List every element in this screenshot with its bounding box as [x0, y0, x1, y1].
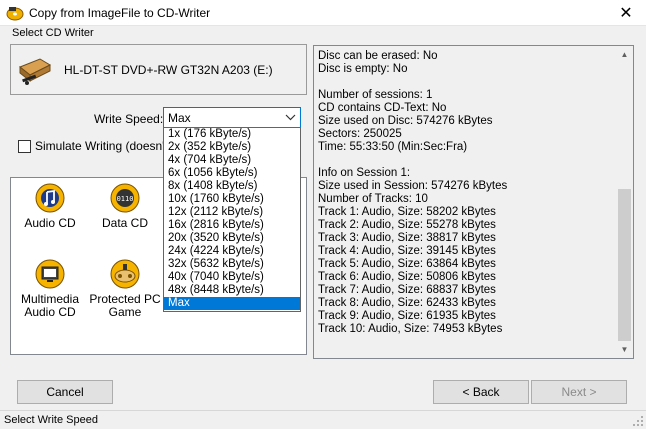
svg-text:0110: 0110	[117, 195, 134, 203]
info-line: Track 7: Audio, Size: 68837 kBytes	[318, 284, 496, 296]
info-line: Track 1: Audio, Size: 58202 kBytes	[318, 206, 496, 218]
info-line: Track 10: Audio, Size: 74953 kBytes	[318, 323, 503, 335]
info-line	[318, 154, 618, 167]
scroll-down-arrow-icon[interactable]: ▼	[616, 341, 633, 358]
info-line	[318, 76, 618, 89]
resize-grip-icon[interactable]	[632, 415, 644, 427]
info-line: Sectors: 250025	[318, 128, 402, 140]
simulate-writing-label[interactable]: Simulate Writing (doesn't w	[35, 139, 165, 153]
speed-option[interactable]: 16x (2816 kByte/s)	[164, 219, 300, 232]
data-cd-icon: 0110	[110, 183, 140, 213]
drive-selector[interactable]: HL-DT-ST DVD+-RW GT32N A203 (E:)	[10, 44, 307, 95]
protected-pc-game-label-line1: Protected PC	[89, 292, 161, 306]
speed-option[interactable]: 20x (3520 kByte/s)	[164, 232, 300, 245]
multimedia-audio-cd-icon	[35, 259, 65, 289]
info-line: Info on Session 1:	[318, 167, 411, 179]
status-bar: Select Write Speed	[0, 410, 646, 429]
disc-info-text: Disc can be erased: No Disc is empty: No…	[318, 50, 618, 336]
next-button[interactable]: Next >	[531, 380, 627, 404]
select-cd-writer-label: Select CD Writer	[12, 27, 94, 39]
speed-option[interactable]: 12x (2112 kByte/s)	[164, 206, 300, 219]
status-text: Select Write Speed	[4, 414, 98, 426]
cd-writer-app-icon	[6, 7, 24, 21]
speed-option[interactable]: 4x (704 kByte/s)	[164, 154, 300, 167]
speed-option[interactable]: 10x (1760 kByte/s)	[164, 193, 300, 206]
info-line: Number of Tracks: 10	[318, 193, 428, 205]
optical-drive-icon	[19, 58, 52, 85]
info-scrollbar[interactable]: ▲ ▼	[616, 46, 633, 358]
info-line: CD contains CD-Text: No	[318, 102, 447, 114]
speed-option[interactable]: 48x (8448 kByte/s)	[164, 284, 300, 297]
simulate-writing-checkbox[interactable]	[18, 140, 31, 153]
info-line: Time: 55:33:50 (Min:Sec:Fra)	[318, 141, 468, 153]
info-line: Number of sessions: 1	[318, 89, 433, 101]
data-cd-label: Data CD	[101, 216, 148, 230]
cancel-button[interactable]: Cancel	[17, 380, 113, 404]
multimedia-audio-cd-label-line1: Multimedia	[20, 292, 80, 306]
scroll-up-arrow-icon[interactable]: ▲	[616, 46, 633, 63]
speed-option[interactable]: 1x (176 kByte/s)	[164, 128, 300, 141]
info-line: Track 5: Audio, Size: 63864 kBytes	[318, 258, 496, 270]
scrollbar-thumb[interactable]	[618, 189, 631, 341]
multimedia-audio-cd-label-line2: Audio CD	[24, 305, 76, 319]
speed-option[interactable]: 6x (1056 kByte/s)	[164, 167, 300, 180]
close-button[interactable]: ✕	[606, 0, 646, 26]
speed-option[interactable]: 24x (4224 kByte/s)	[164, 245, 300, 258]
info-line: Track 4: Audio, Size: 39145 kBytes	[318, 245, 496, 257]
write-speed-label: Write Speed:	[94, 112, 164, 126]
audio-cd-label: Audio CD	[24, 216, 76, 230]
info-line: Disc is empty: No	[318, 63, 408, 75]
protected-pc-game-option[interactable]: Protected PC Game	[89, 258, 161, 319]
write-speed-combobox[interactable]: Max	[163, 107, 301, 128]
multimedia-audio-cd-option[interactable]: Multimedia Audio CD	[14, 258, 86, 319]
speed-option[interactable]: 40x (7040 kByte/s)	[164, 271, 300, 284]
info-line: Disc can be erased: No	[318, 50, 438, 62]
speed-option[interactable]: 2x (352 kByte/s)	[164, 141, 300, 154]
close-icon: ✕	[619, 5, 633, 22]
info-line: Track 3: Audio, Size: 38817 kBytes	[318, 232, 496, 244]
info-line: Size used on Disc: 574276 kBytes	[318, 115, 493, 127]
title-bar: Copy from ImageFile to CD-Writer ✕	[0, 0, 646, 26]
info-line: Track 2: Audio, Size: 55278 kBytes	[318, 219, 496, 231]
protected-pc-game-label-line2: Game	[108, 305, 142, 319]
info-line: Track 8: Audio, Size: 62433 kBytes	[318, 297, 496, 309]
write-speed-value: Max	[168, 111, 191, 125]
audio-cd-icon	[35, 183, 65, 213]
speed-option-selected[interactable]: Max	[164, 297, 300, 310]
disc-info-panel: Disc can be erased: No Disc is empty: No…	[313, 45, 634, 359]
data-cd-option[interactable]: 0110 Data CD	[89, 182, 161, 230]
write-speed-dropdown-list: 1x (176 kByte/s) 2x (352 kByte/s) 4x (70…	[163, 127, 301, 312]
speed-option[interactable]: 32x (5632 kByte/s)	[164, 258, 300, 271]
protected-pc-game-icon	[110, 259, 140, 289]
window-title: Copy from ImageFile to CD-Writer	[29, 6, 211, 20]
speed-option[interactable]: 8x (1408 kByte/s)	[164, 180, 300, 193]
info-line: Track 9: Audio, Size: 61935 kBytes	[318, 310, 496, 322]
audio-cd-option[interactable]: Audio CD	[14, 182, 86, 230]
info-line: Track 6: Audio, Size: 50806 kBytes	[318, 271, 496, 283]
info-line: Size used in Session: 574276 kBytes	[318, 180, 508, 192]
back-button[interactable]: < Back	[433, 380, 529, 404]
chevron-down-icon[interactable]	[283, 109, 298, 126]
drive-name: HL-DT-ST DVD+-RW GT32N A203 (E:)	[64, 63, 273, 77]
